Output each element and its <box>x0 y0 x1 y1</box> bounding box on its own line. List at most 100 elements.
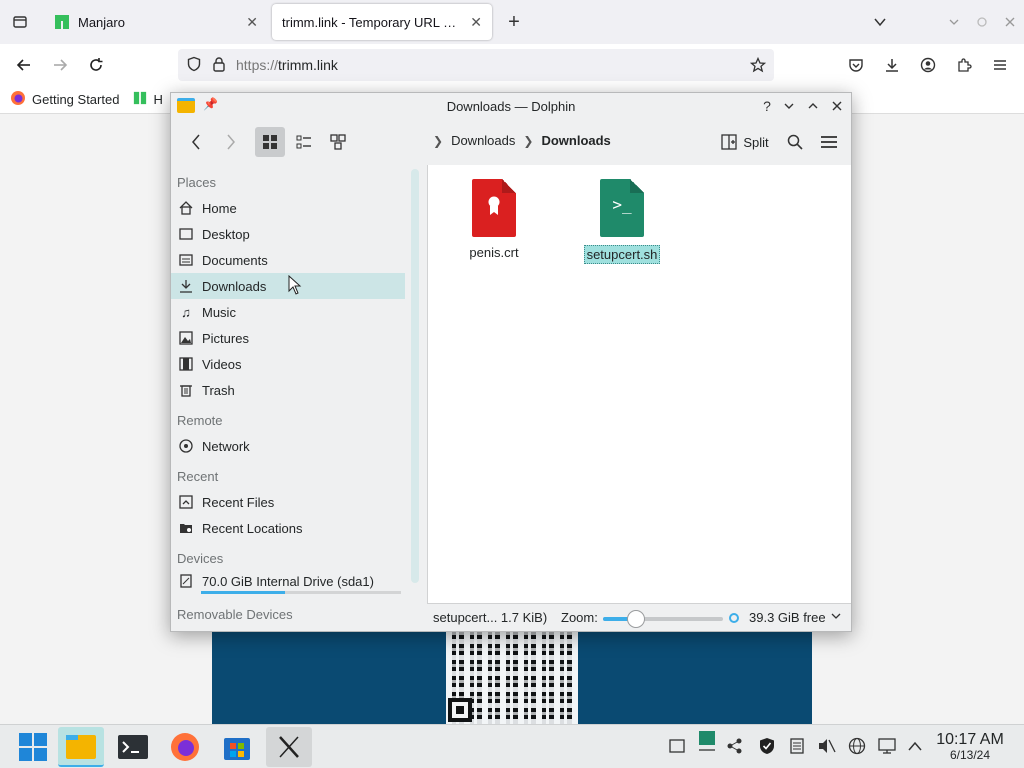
new-tab-button[interactable]: + <box>500 8 528 36</box>
breadcrumb-item[interactable]: Downloads <box>451 133 515 148</box>
chevron-up-icon[interactable] <box>904 735 926 757</box>
notes-icon[interactable] <box>786 735 808 757</box>
bookmark-star-icon[interactable] <box>749 56 767 76</box>
chevron-down-icon[interactable] <box>866 8 894 36</box>
places-item-recent-locations[interactable]: Recent Locations <box>171 515 405 541</box>
mouse-cursor-icon <box>288 274 302 298</box>
status-bar: setupcert... 1.7 KiB) Zoom: 39.3 GiB fre… <box>427 603 851 631</box>
tab-list-icon[interactable] <box>6 8 34 36</box>
hamburger-menu-icon[interactable] <box>986 51 1014 79</box>
chevron-right-icon: ❯ <box>523 133 534 148</box>
minimize-icon[interactable] <box>779 95 799 117</box>
video-icon <box>178 356 194 372</box>
places-item-home[interactable]: Home <box>171 195 405 221</box>
url-text[interactable]: https://trimm.link <box>236 57 338 73</box>
lock-icon[interactable] <box>212 56 226 75</box>
hamburger-menu-icon[interactable] <box>815 127 843 157</box>
dolphin-taskbar-icon[interactable] <box>58 727 104 767</box>
tracking-protection-icon[interactable] <box>186 56 202 75</box>
clock[interactable]: 10:17 AM 6/13/24 <box>928 731 1012 762</box>
places-item-videos[interactable]: Videos <box>171 351 405 377</box>
window-titlebar[interactable]: 📌 Downloads — Dolphin ? <box>171 93 851 119</box>
drive-usage-bar <box>201 591 401 594</box>
split-button[interactable]: Split <box>717 127 773 157</box>
pin-icon[interactable]: 📌 <box>203 97 218 111</box>
places-item-trash[interactable]: Trash <box>171 377 405 403</box>
places-panel: Places Home Desktop Documents Downloads … <box>171 165 407 631</box>
browser-nav-bar: https://trimm.link <box>0 44 1024 86</box>
bookmark-getting-started[interactable]: Getting Started <box>32 92 119 107</box>
places-item-label: 70.0 GiB Internal Drive (sda1) <box>202 573 374 589</box>
window-title: Downloads — Dolphin <box>446 98 576 114</box>
url-host: trimm.link <box>278 57 338 73</box>
places-item-music[interactable]: ♫ Music <box>171 299 405 325</box>
tab-trimm-link[interactable]: trimm.link - Temporary URL shortener ✕ <box>272 4 492 40</box>
volume-muted-icon[interactable] <box>816 735 838 757</box>
terminal-prompt-icon: >_ <box>612 195 632 214</box>
forward-icon[interactable] <box>217 127 245 157</box>
maximize-icon[interactable] <box>803 95 823 117</box>
maximize-icon[interactable] <box>968 8 996 36</box>
home-icon <box>178 200 194 216</box>
places-item-network[interactable]: Network <box>171 433 405 459</box>
x-app-taskbar-icon[interactable] <box>266 727 312 767</box>
close-tab-icon[interactable]: ✕ <box>470 14 482 31</box>
forward-icon[interactable] <box>46 51 74 79</box>
places-item-recent-files[interactable]: Recent Files <box>171 489 405 515</box>
tab-manjaro[interactable]: Manjaro ✕ <box>44 4 268 40</box>
search-icon[interactable] <box>781 127 809 157</box>
places-item-desktop[interactable]: Desktop <box>171 221 405 247</box>
split-icon <box>721 134 737 150</box>
file-item[interactable]: penis.crt <box>444 179 544 260</box>
extensions-icon[interactable] <box>950 51 978 79</box>
window-icon[interactable] <box>666 735 688 757</box>
network-globe-icon[interactable] <box>846 735 868 757</box>
close-icon[interactable] <box>827 95 847 117</box>
back-icon[interactable] <box>183 127 211 157</box>
file-item-selected[interactable]: >_ setupcert.sh <box>572 179 672 264</box>
zoom-slider[interactable] <box>603 617 723 621</box>
downloads-icon[interactable] <box>878 51 906 79</box>
account-icon[interactable] <box>914 51 942 79</box>
zoom-label: Zoom: <box>561 610 598 625</box>
firefox-taskbar-icon[interactable] <box>162 727 208 767</box>
connect-icon[interactable] <box>724 735 746 757</box>
firefox-logo-icon <box>10 90 26 109</box>
terminal-taskbar-icon[interactable] <box>110 727 156 767</box>
picture-icon <box>178 330 194 346</box>
display-icon[interactable] <box>876 735 898 757</box>
back-icon[interactable] <box>10 51 38 79</box>
places-scrollbar[interactable] <box>411 169 419 583</box>
zoom-slider-handle[interactable] <box>627 610 645 628</box>
breadcrumb-current[interactable]: Downloads <box>541 133 610 148</box>
help-icon[interactable]: ? <box>757 95 777 117</box>
section-header-places: Places <box>177 175 217 190</box>
places-item-label: Network <box>202 438 250 454</box>
compact-view-button[interactable] <box>289 127 319 157</box>
chevron-down-icon[interactable] <box>831 611 841 624</box>
places-item-internal-drive[interactable]: 70.0 GiB Internal Drive (sda1) <box>171 569 405 593</box>
icons-view-button[interactable] <box>255 127 285 157</box>
places-item-documents[interactable]: Documents <box>171 247 405 273</box>
pocket-icon[interactable] <box>842 51 870 79</box>
software-store-taskbar-icon[interactable] <box>214 727 260 767</box>
places-item-label: Documents <box>202 252 268 268</box>
clipboard-icon[interactable] <box>696 731 718 753</box>
dolphin-window: 📌 Downloads — Dolphin ? ❯ Downloads ❯ Do… <box>170 92 852 632</box>
places-item-pictures[interactable]: Pictures <box>171 325 405 351</box>
close-tab-icon[interactable]: ✕ <box>246 14 258 31</box>
url-bar[interactable]: https://trimm.link <box>178 49 774 81</box>
shield-icon[interactable] <box>756 735 778 757</box>
close-window-icon[interactable] <box>996 8 1024 36</box>
free-space-label[interactable]: 39.3 GiB free <box>749 610 826 625</box>
minimize-icon[interactable] <box>940 8 968 36</box>
file-view[interactable]: penis.crt >_ setupcert.sh <box>427 165 851 603</box>
certificate-file-icon <box>472 179 516 237</box>
start-menu-icon[interactable] <box>10 727 56 767</box>
places-item-downloads[interactable]: Downloads <box>171 273 405 299</box>
reload-icon[interactable] <box>82 51 110 79</box>
file-name: setupcert.sh <box>583 245 661 264</box>
shell-script-icon: >_ <box>600 179 644 237</box>
details-view-button[interactable] <box>323 127 353 157</box>
bookmark-manjaro[interactable]: H <box>153 92 162 107</box>
